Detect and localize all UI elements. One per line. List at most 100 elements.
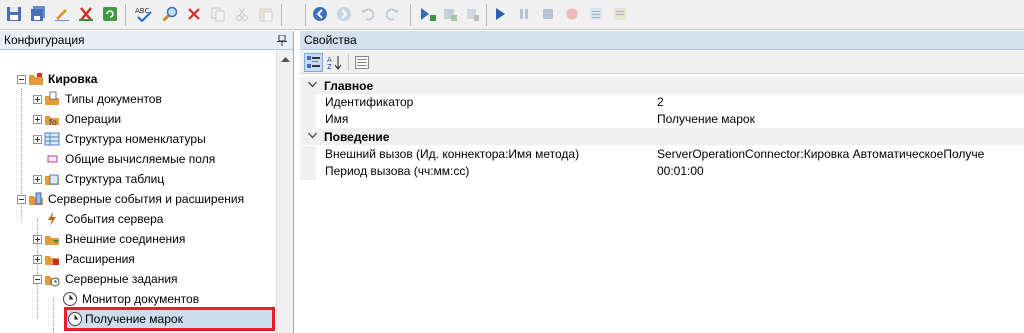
tree-item-label: Типы документов bbox=[65, 92, 162, 106]
chevron-down-icon[interactable] bbox=[308, 81, 317, 88]
stop-icon[interactable] bbox=[538, 4, 558, 24]
cut-icon[interactable] bbox=[232, 4, 252, 24]
spellcheck-icon[interactable]: ABC bbox=[134, 4, 154, 24]
undo-icon[interactable] bbox=[358, 4, 378, 24]
connections-icon bbox=[45, 236, 59, 245]
collapse-toggle[interactable] bbox=[17, 195, 26, 204]
property-value[interactable]: Получение марок bbox=[657, 112, 1022, 126]
extensions-icon bbox=[45, 256, 59, 265]
configuration-panel: Конфигурация Кировка Типы документов fo … bbox=[0, 31, 294, 333]
collapse-toggle[interactable] bbox=[33, 275, 42, 284]
tree-scrollbar[interactable] bbox=[276, 50, 293, 333]
tree-item-label: Структура номенклатуры bbox=[65, 132, 206, 146]
property-row-call-period[interactable]: Период вызова (чч:мм:сс) 00:01:00 bbox=[300, 163, 1024, 180]
refresh-icon[interactable] bbox=[100, 4, 120, 24]
expand-toggle[interactable] bbox=[33, 115, 42, 124]
category-label: Главное bbox=[324, 78, 374, 93]
properties-panel-title: Свойства bbox=[304, 33, 357, 47]
tree-item-label: Расширения bbox=[65, 252, 135, 266]
property-value[interactable]: 2 bbox=[657, 95, 1022, 109]
fields-icon bbox=[47, 155, 58, 163]
tree-item-label: Монитор документов bbox=[82, 292, 200, 306]
property-name: Имя bbox=[325, 112, 349, 126]
save-icon[interactable] bbox=[4, 4, 24, 24]
tree-item-computed-fields[interactable]: Общие вычисляемые поля bbox=[0, 149, 276, 169]
tree-item-server-event-handlers[interactable]: События сервера bbox=[0, 209, 276, 229]
main-toolbar: ABC bbox=[0, 0, 1024, 30]
lightning-icon bbox=[48, 212, 56, 226]
document-types-icon bbox=[45, 91, 59, 105]
tree-item-operations[interactable]: fo Операции bbox=[0, 109, 276, 129]
expand-toggle[interactable] bbox=[33, 255, 42, 264]
back-icon[interactable] bbox=[310, 4, 330, 24]
step-over-icon[interactable] bbox=[462, 4, 482, 24]
expand-toggle[interactable] bbox=[33, 135, 42, 144]
run-to-cursor-icon[interactable] bbox=[418, 4, 438, 24]
property-pages-icon[interactable] bbox=[352, 53, 371, 72]
tree-item-label: Общие вычисляемые поля bbox=[65, 152, 216, 166]
tree-item-label: События сервера bbox=[65, 212, 164, 226]
property-row-external-call[interactable]: Внешний вызов (Ид. коннектора:Имя метода… bbox=[300, 146, 1024, 163]
tree-item-nomenclature[interactable]: Структура номенклатуры bbox=[0, 129, 276, 149]
properties-toolbar: AZ bbox=[300, 51, 1024, 74]
table-structure-icon bbox=[45, 174, 59, 185]
list-icon[interactable] bbox=[586, 4, 606, 24]
property-row-name[interactable]: Имя Получение марок bbox=[300, 111, 1024, 128]
property-row-identifier[interactable]: Идентификатор 2 bbox=[300, 94, 1024, 111]
categorized-view-icon[interactable] bbox=[304, 53, 323, 72]
server-icon bbox=[29, 192, 43, 205]
property-name: Внешний вызов (Ид. коннектора:Имя метода… bbox=[325, 147, 580, 161]
edit-icon[interactable] bbox=[52, 4, 72, 24]
tree-item-server-events[interactable]: Серверные события и расширения bbox=[0, 189, 276, 209]
folder-icon bbox=[29, 73, 43, 85]
property-value[interactable]: 00:01:00 bbox=[657, 164, 1022, 178]
category-label: Поведение bbox=[324, 129, 390, 144]
category-main[interactable]: Главное bbox=[300, 77, 1024, 94]
chevron-down-icon[interactable] bbox=[308, 132, 317, 139]
property-name: Период вызова (чч:мм:сс) bbox=[325, 164, 470, 178]
paste-icon[interactable] bbox=[256, 4, 276, 24]
sort-alphabetical-icon[interactable]: AZ bbox=[325, 53, 344, 72]
tree-item-label: Кировка bbox=[48, 72, 98, 86]
tree-item-table-structure[interactable]: Структура таблиц bbox=[0, 169, 276, 189]
redo-icon[interactable] bbox=[382, 4, 402, 24]
expand-toggle[interactable] bbox=[33, 175, 42, 184]
tree-item-label: Серверные задания bbox=[65, 272, 178, 286]
property-value[interactable]: ServerOperationConnector:Кировка Автомат… bbox=[657, 147, 1022, 161]
tree-item-extensions[interactable]: Расширения bbox=[0, 249, 276, 269]
table-icon bbox=[44, 132, 60, 146]
tree-item-server-tasks[interactable]: Серверные задания bbox=[0, 269, 276, 289]
tree-item-label: Структура таблиц bbox=[65, 172, 165, 186]
expand-toggle[interactable] bbox=[33, 235, 42, 244]
svg-text:ABC: ABC bbox=[135, 7, 149, 15]
tree-item-kirovka[interactable]: Кировка bbox=[0, 69, 276, 89]
pin-icon[interactable] bbox=[277, 35, 287, 46]
scroll-up-icon[interactable] bbox=[277, 50, 294, 67]
collapse-toggle[interactable] bbox=[17, 75, 26, 84]
close-icon[interactable] bbox=[184, 4, 204, 24]
save-all-icon[interactable] bbox=[28, 4, 48, 24]
play-icon[interactable] bbox=[490, 4, 510, 24]
highlight-box bbox=[64, 307, 275, 331]
expand-toggle[interactable] bbox=[33, 95, 42, 104]
search-icon[interactable] bbox=[160, 4, 180, 24]
svg-text:Z: Z bbox=[327, 63, 332, 70]
pause-icon[interactable] bbox=[514, 4, 534, 24]
property-name: Идентификатор bbox=[325, 95, 414, 109]
configuration-panel-title: Конфигурация bbox=[4, 33, 85, 47]
copy-icon[interactable] bbox=[208, 4, 228, 24]
forward-icon[interactable] bbox=[334, 4, 354, 24]
category-behavior[interactable]: Поведение bbox=[300, 128, 1024, 145]
clock-folder-icon bbox=[45, 276, 60, 287]
tree-item-document-types[interactable]: Типы документов bbox=[0, 89, 276, 109]
excel-delete-icon[interactable] bbox=[76, 4, 96, 24]
tree-item-label: Внешние соединения bbox=[65, 232, 186, 246]
properties-panel: Свойства AZ Главное Идентификатор 2 Имя … bbox=[300, 31, 1024, 333]
operations-icon: fo bbox=[45, 116, 59, 127]
list-export-icon[interactable] bbox=[610, 4, 630, 24]
tree-item-document-monitor[interactable]: Монитор документов bbox=[0, 289, 276, 309]
record-icon[interactable] bbox=[562, 4, 582, 24]
step-icon[interactable] bbox=[440, 4, 460, 24]
tree-item-external-connections[interactable]: Внешние соединения bbox=[0, 229, 276, 249]
tree-item-label: Серверные события и расширения bbox=[48, 192, 245, 206]
